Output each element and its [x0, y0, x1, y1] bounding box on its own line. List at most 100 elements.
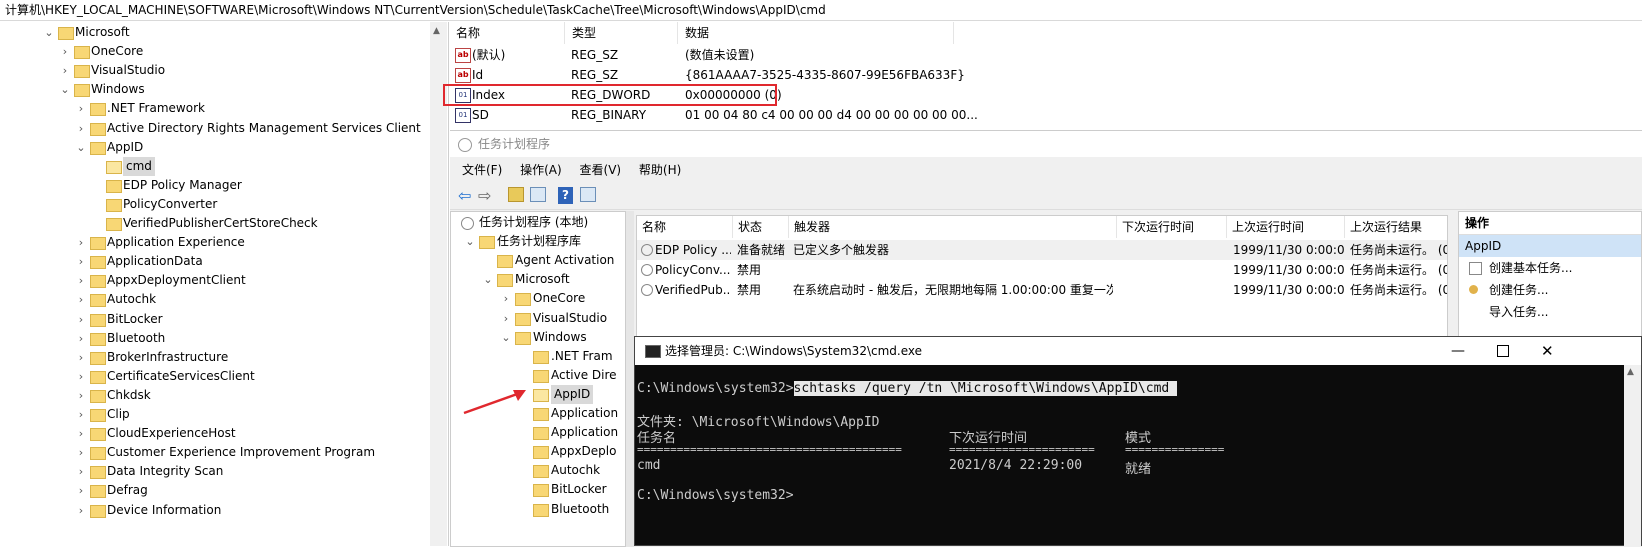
action-create-basic-task[interactable]: 创建基本任务...	[1459, 257, 1641, 279]
minimize-icon[interactable]: —	[1451, 337, 1465, 365]
chevron-right-icon[interactable]: ›	[74, 405, 88, 424]
ts-tree-item[interactable]: Agent Activation	[451, 251, 625, 270]
actions-selected[interactable]: AppID	[1459, 235, 1641, 257]
task-row[interactable]: PolicyConv... 禁用 1999/11/30 0:00:00 任务尚未运行。…	[637, 260, 1447, 280]
tree-item[interactable]: › Data Integrity Scan	[0, 462, 430, 481]
tree-item[interactable]: › Bluetooth	[0, 329, 430, 348]
chevron-down-icon[interactable]: ⌄	[58, 80, 72, 99]
value-row[interactable]: ab (默认) REG_SZ (数值未设置)	[449, 45, 959, 65]
chevron-right-icon[interactable]: ›	[74, 481, 88, 500]
col-last-result[interactable]: 上次运行结果	[1345, 216, 1447, 238]
cmd-prompt-2[interactable]: C:\Windows\system32>	[637, 488, 794, 503]
tree-item[interactable]: ⌄ Microsoft	[0, 23, 430, 42]
chevron-down-icon[interactable]: ⌄	[74, 138, 88, 157]
tree-item[interactable]: › Chkdsk	[0, 386, 430, 405]
tree-item[interactable]: ⌄ Windows	[0, 80, 430, 99]
col-next-run[interactable]: 下次运行时间	[1117, 216, 1227, 238]
value-row[interactable]: 01 SD REG_BINARY 01 00 04 80 c4 00 00 00 d4…	[449, 105, 978, 125]
col-task-name[interactable]: 名称	[637, 216, 733, 238]
chevron-right-icon[interactable]: ›	[74, 348, 88, 367]
chevron-right-icon[interactable]: ›	[74, 252, 88, 271]
ts-tree-item[interactable]: ⌄ 任务计划程序库	[451, 232, 625, 251]
ts-tree-item[interactable]: › VisualStudio	[451, 309, 625, 328]
ts-tree-item[interactable]: ⌄ Windows	[451, 328, 625, 347]
tree-item[interactable]: › BitLocker	[0, 310, 430, 329]
menu-action[interactable]: 操作(A)	[520, 163, 562, 177]
menu-help[interactable]: 帮助(H)	[639, 163, 681, 177]
chevron-right-icon[interactable]: ›	[74, 290, 88, 309]
tree-item[interactable]: › Device Information	[0, 501, 430, 520]
ts-tree-item[interactable]: Active Dire	[451, 366, 625, 385]
menu-view[interactable]: 查看(V)	[580, 163, 622, 177]
col-trigger[interactable]: 触发器	[789, 216, 1117, 238]
tree-item[interactable]: › Active Directory Rights Management Serv…	[0, 119, 430, 138]
chevron-down-icon[interactable]: ⌄	[481, 270, 495, 289]
ts-tree-item[interactable]: 任务计划程序 (本地)	[451, 213, 625, 232]
tree-item[interactable]: PolicyConverter	[0, 195, 430, 214]
ts-tree-item[interactable]: ⌄ Microsoft	[451, 270, 625, 289]
chevron-down-icon[interactable]: ⌄	[463, 232, 477, 251]
chevron-right-icon[interactable]: ›	[74, 119, 88, 138]
menu-file[interactable]: 文件(F)	[462, 163, 502, 177]
task-row[interactable]: VerifiedPub... 禁用 在系统启动时 - 触发后，无限期地每隔 1.00…	[637, 280, 1447, 300]
tree-item[interactable]: cmd	[0, 156, 430, 176]
tree-item[interactable]: › BrokerInfrastructure	[0, 348, 430, 367]
chevron-right-icon[interactable]: ›	[74, 386, 88, 405]
col-data[interactable]: 数据	[678, 22, 954, 44]
chevron-down-icon[interactable]: ⌄	[42, 23, 56, 42]
tree-item[interactable]: › CertificateServicesClient	[0, 367, 430, 386]
chevron-right-icon[interactable]: ›	[74, 99, 88, 118]
ts-splitter[interactable]	[626, 211, 634, 547]
tree-item[interactable]: › VisualStudio	[0, 61, 430, 80]
col-type[interactable]: 类型	[565, 22, 678, 44]
chevron-right-icon[interactable]: ›	[74, 443, 88, 462]
ts-tree-item[interactable]: Bluetooth	[451, 500, 625, 519]
col-status[interactable]: 状态	[733, 216, 789, 238]
task-row[interactable]: EDP Policy ... 准备就绪 已定义多个触发器 1999/11/30 0:0…	[637, 240, 1447, 260]
help-icon[interactable]: ?	[558, 187, 573, 204]
tree-item[interactable]: › ApplicationData	[0, 252, 430, 271]
ts-tree-item[interactable]: Application	[451, 423, 625, 442]
action-pane-icon[interactable]	[580, 187, 596, 202]
chevron-right-icon[interactable]: ›	[74, 424, 88, 443]
cmd-scrollbar[interactable]: ▲	[1624, 365, 1641, 547]
chevron-right-icon[interactable]: ›	[74, 462, 88, 481]
col-name[interactable]: 名称	[449, 22, 565, 44]
chevron-right-icon[interactable]: ›	[74, 501, 88, 520]
tree-item[interactable]: › Clip	[0, 405, 430, 424]
action-import-task[interactable]: 导入任务...	[1459, 301, 1641, 323]
tree-item[interactable]: › OneCore	[0, 42, 430, 61]
chevron-right-icon[interactable]: ›	[74, 329, 88, 348]
tree-item[interactable]: VerifiedPublisherCertStoreCheck	[0, 214, 430, 233]
chevron-right-icon[interactable]: ›	[74, 367, 88, 386]
back-arrow-icon[interactable]: ⇦	[458, 187, 475, 204]
chevron-right-icon[interactable]: ›	[74, 271, 88, 290]
tree-item[interactable]: › AppxDeploymentClient	[0, 271, 430, 290]
tree-item[interactable]: EDP Policy Manager	[0, 176, 430, 195]
ts-tree-item[interactable]: › OneCore	[451, 289, 625, 308]
address-bar[interactable]: 计算机\HKEY_LOCAL_MACHINE\SOFTWARE\Microsof…	[0, 0, 1642, 21]
tree-item[interactable]: ⌄ AppID	[0, 138, 430, 157]
ts-tree-item[interactable]: AppxDeplo	[451, 442, 625, 461]
forward-arrow-icon[interactable]: ⇨	[478, 187, 495, 204]
scroll-up-icon[interactable]: ▲	[1627, 367, 1634, 377]
chevron-right-icon[interactable]: ›	[74, 233, 88, 252]
ts-tree-item[interactable]: BitLocker	[451, 480, 625, 499]
tree-item[interactable]: › Defrag	[0, 481, 430, 500]
chevron-down-icon[interactable]: ⌄	[499, 328, 513, 347]
chevron-right-icon[interactable]: ›	[499, 289, 513, 308]
value-row[interactable]: ab Id REG_SZ {861AAAA7-3525-4335-8607-99E56…	[449, 65, 965, 85]
close-icon[interactable]: ✕	[1541, 337, 1554, 365]
ts-tree-item[interactable]: .NET Fram	[451, 347, 625, 366]
tree-item[interactable]: › Application Experience	[0, 233, 430, 252]
folder-up-icon[interactable]	[508, 187, 524, 202]
show-pane-icon[interactable]	[530, 187, 546, 202]
cmd-command-selection[interactable]: schtasks /query /tn \Microsoft\Windows\A…	[793, 381, 1178, 396]
tree-item[interactable]: › Autochk	[0, 290, 430, 309]
maximize-icon[interactable]	[1497, 345, 1509, 357]
chevron-right-icon[interactable]: ›	[58, 42, 72, 61]
action-create-task[interactable]: 创建任务...	[1459, 279, 1641, 301]
tree-item[interactable]: › Customer Experience Improvement Program	[0, 443, 430, 462]
tree-item[interactable]: › CloudExperienceHost	[0, 424, 430, 443]
scroll-up-icon[interactable]: ▲	[433, 26, 440, 36]
